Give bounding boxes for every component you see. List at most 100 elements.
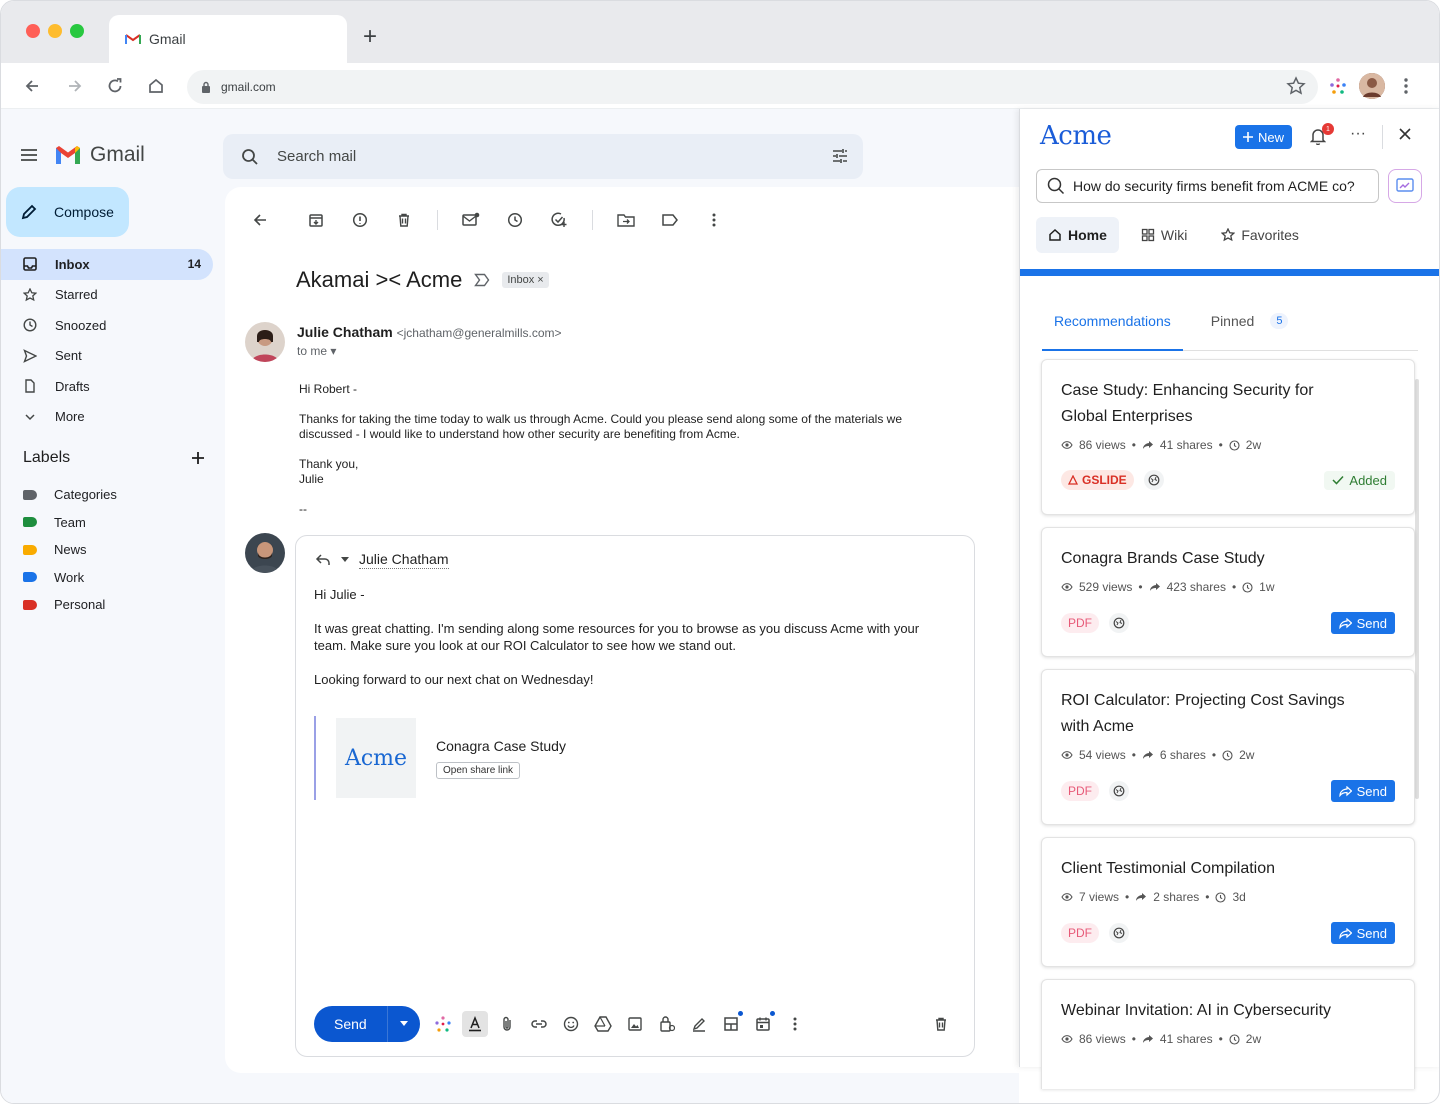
more-options-icon[interactable]	[703, 209, 725, 231]
profile-avatar[interactable]	[1359, 73, 1385, 99]
insert-photo-icon[interactable]	[622, 1011, 648, 1037]
tab-home[interactable]: Home	[1036, 217, 1119, 253]
card-title[interactable]: Conagra Brands Case Study	[1061, 546, 1361, 572]
layouts-icon[interactable]	[718, 1011, 744, 1037]
ai-assist-button[interactable]	[1388, 169, 1422, 203]
content-card[interactable]: Case Study: Enhancing Security for Globa…	[1041, 359, 1415, 515]
schedule-event-icon[interactable]	[750, 1011, 776, 1037]
attach-file-icon[interactable]	[494, 1011, 520, 1037]
gmail-logo[interactable]: Gmail	[54, 143, 145, 167]
forward-icon[interactable]	[64, 75, 86, 97]
content-card[interactable]: Conagra Brands Case Study 529 views • 423…	[1041, 527, 1415, 657]
label-item-work[interactable]: Work	[23, 564, 117, 592]
mark-unread-icon[interactable]	[460, 209, 482, 231]
emoji-icon[interactable]	[558, 1011, 584, 1037]
tab-wiki[interactable]: Wiki	[1129, 217, 1199, 253]
card-title[interactable]: Webinar Invitation: AI in Cybersecurity	[1061, 998, 1361, 1024]
panel-scrollbar[interactable]	[1415, 379, 1419, 799]
back-to-inbox-icon[interactable]	[249, 209, 271, 231]
label-item-news[interactable]: News	[23, 536, 117, 564]
send-label[interactable]: Send	[314, 1006, 388, 1042]
send-button[interactable]: Send	[314, 1006, 420, 1042]
tab-favorites[interactable]: Favorites	[1209, 217, 1311, 253]
card-title[interactable]: Client Testimonial Compilation	[1061, 856, 1361, 882]
close-window-button[interactable]	[26, 24, 40, 38]
acme-extension-icon[interactable]	[1327, 75, 1349, 97]
search-mail-bar[interactable]: Search mail	[223, 134, 863, 179]
google-drive-icon[interactable]	[590, 1011, 616, 1037]
nav-item-snoozed[interactable]: Snoozed	[1, 310, 213, 341]
back-icon[interactable]	[21, 75, 43, 97]
inbox-label-chip[interactable]: Inbox ×	[502, 272, 549, 288]
panel-search-input[interactable]: How do security firms benefit from ACME …	[1073, 178, 1355, 194]
browser-menu-icon[interactable]	[1395, 75, 1417, 97]
close-panel-icon[interactable]	[1398, 127, 1412, 146]
recipient-details[interactable]: to me ▾	[297, 344, 336, 358]
maximize-window-button[interactable]	[70, 24, 84, 38]
nav-item-starred[interactable]: Starred	[1, 280, 213, 311]
address-bar[interactable]: gmail.com	[187, 70, 1318, 104]
content-card[interactable]: ROI Calculator: Projecting Cost Savings …	[1041, 669, 1415, 825]
add-label-icon[interactable]	[191, 451, 205, 465]
attachment-thumbnail[interactable]: Acme	[336, 718, 416, 798]
added-status[interactable]: Added	[1324, 470, 1395, 490]
acme-logo[interactable]: Acme	[1040, 121, 1112, 151]
open-share-link-button[interactable]: Open share link	[436, 761, 521, 779]
signature-icon[interactable]	[686, 1011, 712, 1037]
nav-item-inbox[interactable]: Inbox 14	[1, 249, 213, 280]
browser-tab-gmail[interactable]: Gmail	[109, 15, 347, 63]
reply-type-dropdown-icon[interactable]	[341, 557, 349, 563]
content-card[interactable]: Webinar Invitation: AI in Cybersecurity …	[1041, 979, 1415, 1089]
reply-body[interactable]: Hi Julie - It was great chatting. I'm se…	[314, 586, 954, 705]
hamburger-menu-icon[interactable]	[19, 147, 39, 168]
label-item-personal[interactable]: Personal	[23, 591, 117, 619]
minimize-window-button[interactable]	[48, 24, 62, 38]
reload-icon[interactable]	[104, 75, 126, 97]
label-item-categories[interactable]: Categories	[23, 481, 117, 509]
card-title[interactable]: Case Study: Enhancing Security for Globa…	[1061, 378, 1361, 430]
new-tab-button[interactable]: +	[363, 25, 377, 49]
send-content-button[interactable]: Send	[1330, 780, 1395, 802]
notifications-bell-icon[interactable]: 1	[1309, 123, 1334, 150]
sender-avatar[interactable]	[245, 322, 285, 362]
content-card[interactable]: Client Testimonial Compilation 7 views • …	[1041, 837, 1415, 967]
acme-insert-icon[interactable]	[430, 1011, 456, 1037]
add-task-icon[interactable]	[548, 209, 570, 231]
panel-more-icon[interactable]: ···	[1350, 125, 1366, 143]
insert-link-icon[interactable]	[526, 1011, 552, 1037]
nav-item-drafts[interactable]: Drafts	[1, 371, 213, 402]
confidential-mode-icon[interactable]	[654, 1011, 680, 1037]
snooze-icon[interactable]	[504, 209, 526, 231]
delete-icon[interactable]	[393, 209, 415, 231]
archive-icon[interactable]	[305, 209, 327, 231]
tab-recommendations[interactable]: Recommendations	[1042, 309, 1183, 351]
reply-icon[interactable]	[315, 553, 331, 567]
sender-name[interactable]: Julie Chatham	[297, 324, 393, 340]
discard-draft-icon[interactable]	[928, 1011, 954, 1037]
search-options-icon[interactable]	[831, 147, 849, 165]
globe-icon[interactable]	[1109, 923, 1129, 943]
search-input[interactable]: Search mail	[277, 148, 356, 165]
bookmark-star-icon[interactable]	[1285, 75, 1307, 97]
tab-pinned[interactable]: Pinned 5	[1199, 309, 1301, 351]
importance-marker-icon[interactable]	[474, 273, 490, 287]
home-icon[interactable]	[145, 75, 167, 97]
send-options-dropdown-icon[interactable]	[388, 1021, 420, 1027]
panel-search-field[interactable]: How do security firms benefit from ACME …	[1036, 169, 1379, 203]
formatting-options-icon[interactable]	[461, 1011, 488, 1037]
more-compose-options-icon[interactable]	[782, 1011, 808, 1037]
globe-icon[interactable]	[1143, 470, 1164, 490]
card-title[interactable]: ROI Calculator: Projecting Cost Savings …	[1061, 688, 1361, 740]
compose-button[interactable]: Compose	[6, 187, 129, 237]
report-spam-icon[interactable]	[349, 209, 371, 231]
send-content-button[interactable]: Send	[1330, 612, 1395, 634]
move-to-icon[interactable]	[615, 209, 637, 231]
globe-icon[interactable]	[1109, 781, 1129, 801]
label-item-team[interactable]: Team	[23, 509, 117, 537]
send-content-button[interactable]: Send	[1330, 922, 1395, 944]
reply-recipient[interactable]: Julie Chatham	[359, 551, 449, 569]
nav-item-more[interactable]: More	[1, 402, 213, 433]
globe-icon[interactable]	[1109, 613, 1129, 633]
new-button[interactable]: New	[1235, 125, 1293, 149]
label-icon[interactable]	[659, 209, 681, 231]
